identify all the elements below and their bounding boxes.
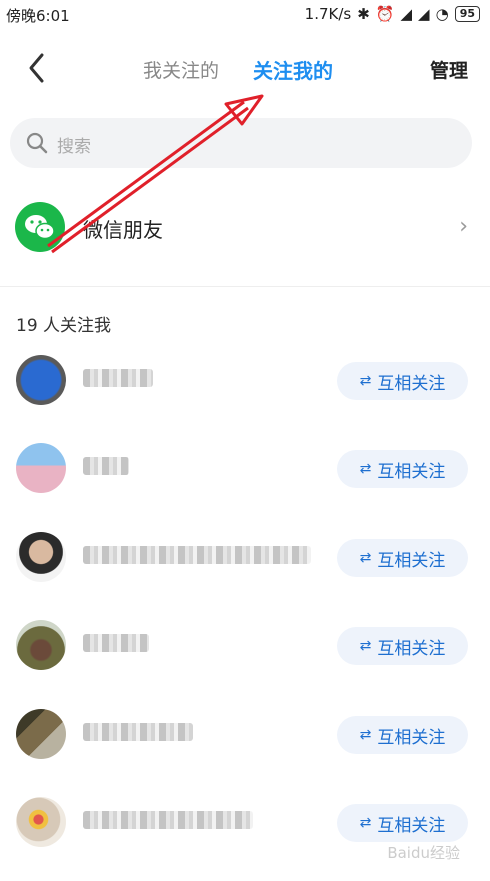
swap-icon: ⇄ (359, 461, 372, 477)
blurred-username (83, 369, 153, 387)
watermark-logo: Baidu经验 (387, 844, 460, 862)
mutual-follow-button[interactable]: ⇄ 互相关注 (337, 804, 468, 842)
blurred-username (83, 811, 253, 829)
signal-icon-2: ◢ (418, 5, 430, 23)
alarm-icon: ⏰ (375, 5, 395, 23)
mutual-follow-button[interactable]: ⇄ 互相关注 (337, 539, 468, 577)
follower-row[interactable]: ⇄ 互相关注 (0, 340, 490, 428)
tab-followers[interactable]: 关注我的 (253, 55, 333, 84)
avatar[interactable] (16, 797, 66, 847)
bluetooth-icon: ✱ (357, 5, 370, 23)
manage-button[interactable]: 管理 (430, 56, 468, 83)
battery-icon: 95 (454, 6, 480, 22)
chevron-right-icon: › (459, 214, 468, 239)
status-bar: 傍晚6:01 1.7K/s ✱ ⏰ ◢ ◢ ◔ 95 (0, 0, 490, 30)
followers-count: 19 人关注我 (16, 316, 112, 336)
avatar[interactable] (16, 709, 66, 759)
swap-icon: ⇄ (359, 373, 372, 389)
swap-icon: ⇄ (359, 550, 372, 566)
tab-following[interactable]: 我关注的 (143, 56, 219, 83)
wechat-icon (15, 202, 65, 252)
avatar[interactable] (16, 355, 66, 405)
mutual-follow-label: 互相关注 (377, 815, 446, 836)
swap-icon: ⇄ (359, 727, 372, 743)
divider (0, 286, 490, 287)
follower-row[interactable]: ⇄ 互相关注 (0, 694, 490, 782)
mutual-follow-label: 互相关注 (377, 461, 446, 482)
mutual-follow-label: 互相关注 (377, 550, 446, 571)
wechat-friends-row[interactable]: 微信朋友 › (0, 192, 490, 262)
swap-icon: ⇄ (359, 815, 372, 831)
search-placeholder: 搜索 (57, 137, 91, 157)
wifi-icon: ◔ (435, 5, 449, 23)
avatar[interactable] (16, 532, 66, 582)
net-speed: 1.7K/s (304, 5, 352, 23)
blurred-username (83, 634, 149, 652)
search-input[interactable]: 搜索 (10, 118, 472, 168)
avatar[interactable] (16, 443, 66, 493)
follower-row[interactable]: ⇄ 互相关注 (0, 428, 490, 516)
mutual-follow-label: 互相关注 (377, 373, 446, 394)
back-arrow-icon[interactable] (22, 50, 52, 86)
mutual-follow-label: 互相关注 (377, 727, 446, 748)
status-time: 傍晚6:01 (6, 7, 70, 25)
signal-icon: ◢ (400, 5, 413, 23)
mutual-follow-label: 互相关注 (377, 638, 446, 659)
top-nav: 我关注的 关注我的 管理 (0, 40, 490, 96)
follower-row[interactable]: ⇄ 互相关注 (0, 605, 490, 693)
wechat-friends-label: 微信朋友 (83, 218, 163, 242)
blurred-username (83, 457, 129, 475)
mutual-follow-button[interactable]: ⇄ 互相关注 (337, 627, 468, 665)
mutual-follow-button[interactable]: ⇄ 互相关注 (337, 362, 468, 400)
mutual-follow-button[interactable]: ⇄ 互相关注 (337, 716, 468, 754)
search-icon (26, 132, 48, 154)
blurred-username (83, 723, 193, 741)
status-icons: 1.7K/s ✱ ⏰ ◢ ◢ ◔ 95 (305, 5, 480, 23)
avatar[interactable] (16, 620, 66, 670)
blurred-username (83, 546, 311, 564)
follower-row[interactable]: ⇄ 互相关注 (0, 517, 490, 605)
mutual-follow-button[interactable]: ⇄ 互相关注 (337, 450, 468, 488)
swap-icon: ⇄ (359, 638, 372, 654)
